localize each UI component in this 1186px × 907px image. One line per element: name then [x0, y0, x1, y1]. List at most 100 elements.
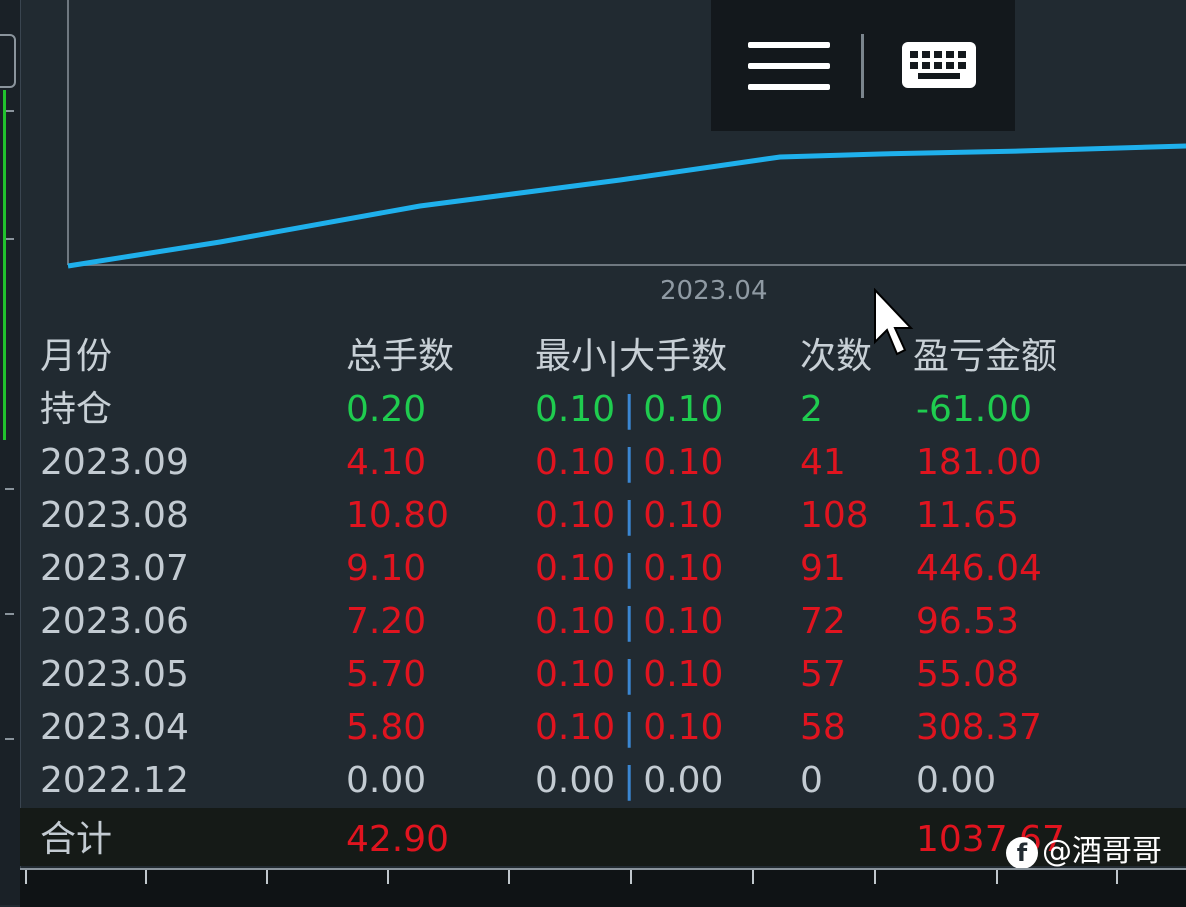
row-separator: |: [623, 548, 636, 589]
axis-tick: [5, 488, 14, 490]
row-month: 2023.06: [40, 601, 189, 642]
axis-tick: [5, 110, 14, 112]
axis-tick: [1116, 870, 1118, 884]
row-max-lots: 0.10: [643, 495, 724, 536]
row-total-lots: 0.20: [346, 389, 427, 430]
row-max-lots: 0.00: [643, 760, 724, 801]
axis-tick: [25, 870, 27, 884]
row-separator: |: [623, 601, 636, 642]
row-month: 2023.09: [40, 442, 189, 483]
row-min-max-lots: 0.10 | 0.10: [535, 595, 723, 648]
header-month: 月份: [40, 336, 113, 377]
row-pnl: 181.00: [916, 442, 1042, 483]
axis-tick: [508, 870, 510, 884]
row-pnl: 11.65: [916, 495, 1020, 536]
x-axis-label: 2023.04: [660, 276, 768, 306]
row-count: 72: [800, 601, 846, 642]
row-min-max-lots: 0.10 | 0.10: [535, 436, 723, 489]
total-label: 合计: [40, 819, 113, 860]
row-count: 2: [800, 389, 823, 430]
row-min-lots: 0.10: [535, 548, 616, 589]
table-row: 2023.08 10.80 0.10 | 0.10 108 11.65: [20, 489, 1186, 542]
table-row: 2023.04 5.80 0.10 | 0.10 58 308.37: [20, 701, 1186, 754]
row-separator: |: [623, 495, 636, 536]
row-min-max-lots: 0.00 | 0.00: [535, 754, 723, 807]
axis-tick: [874, 870, 876, 884]
header-total-lots: 总手数: [346, 336, 455, 377]
axis-tick: [5, 238, 14, 240]
table-header-row: 月份 总手数 最小|大手数 次数 盈亏金额: [20, 330, 1186, 383]
row-total-lots: 5.70: [346, 654, 427, 695]
row-max-lots: 0.10: [643, 548, 724, 589]
axis-tick: [996, 870, 998, 884]
row-total-lots: 10.80: [346, 495, 450, 536]
row-count: 57: [800, 654, 846, 695]
row-count: 91: [800, 548, 846, 589]
axis-tick: [752, 870, 754, 884]
row-month: 2023.07: [40, 548, 189, 589]
row-max-lots: 0.10: [643, 707, 724, 748]
row-max-lots: 0.10: [643, 601, 724, 642]
row-min-lots: 0.10: [535, 442, 616, 483]
header-count: 次数: [800, 336, 873, 377]
row-month: 2023.05: [40, 654, 189, 695]
row-month: 持仓: [40, 389, 113, 430]
table-row: 2023.05 5.70 0.10 | 0.10 57 55.08: [20, 648, 1186, 701]
keyboard-icon[interactable]: [900, 40, 978, 90]
row-total-lots: 4.10: [346, 442, 427, 483]
row-pnl: 55.08: [916, 654, 1020, 695]
row-count: 58: [800, 707, 846, 748]
row-month: 2022.12: [40, 760, 189, 801]
table-row: 2023.06 7.20 0.10 | 0.10 72 96.53: [20, 595, 1186, 648]
table-row: 2023.07 9.10 0.10 | 0.10 91 446.04: [20, 542, 1186, 595]
row-separator: |: [623, 654, 636, 695]
total-lots-value: 42.90: [346, 819, 450, 860]
row-pnl: -61.00: [916, 389, 1033, 430]
row-min-max-lots: 0.10 | 0.10: [535, 489, 723, 542]
row-min-lots: 0.10: [535, 389, 616, 430]
row-pnl: 96.53: [916, 601, 1020, 642]
header-min-max-lots: 最小|大手数: [535, 336, 728, 377]
table-row: 2022.12 0.00 0.00 | 0.00 0 0.00: [20, 754, 1186, 807]
row-month: 2023.04: [40, 707, 189, 748]
row-min-lots: 0.10: [535, 495, 616, 536]
row-separator: |: [623, 442, 636, 483]
axis-tick: [5, 613, 14, 615]
row-min-max-lots: 0.10 | 0.10: [535, 648, 723, 701]
axis-tick: [630, 870, 632, 884]
row-min-lots: 0.10: [535, 601, 616, 642]
row-min-lots: 0.10: [535, 654, 616, 695]
axis-tick: [5, 738, 14, 740]
row-pnl: 0.00: [916, 760, 997, 801]
row-pnl: 446.04: [916, 548, 1042, 589]
side-panel-toggle-button[interactable]: [0, 34, 16, 88]
table-row: 持仓 0.20 0.10 | 0.10 2 -61.00: [20, 383, 1186, 436]
row-min-max-lots: 0.10 | 0.10: [535, 701, 723, 754]
toolbar-divider: [861, 34, 864, 98]
watermark-text: @酒哥哥: [1042, 834, 1162, 869]
floating-toolbar: [711, 0, 1015, 131]
header-pnl: 盈亏金额: [913, 336, 1058, 377]
row-count: 41: [800, 442, 846, 483]
hamburger-menu-icon[interactable]: [748, 42, 830, 90]
axis-tick: [266, 870, 268, 884]
row-min-max-lots: 0.10 | 0.10: [535, 542, 723, 595]
table-row: 2023.09 4.10 0.10 | 0.10 41 181.00: [20, 436, 1186, 489]
row-pnl: 308.37: [916, 707, 1042, 748]
row-separator: |: [623, 760, 636, 801]
left-price-axis: [0, 0, 21, 905]
row-count: 108: [800, 495, 869, 536]
row-separator: |: [623, 389, 636, 430]
row-total-lots: 5.80: [346, 707, 427, 748]
price-sparkline: [3, 90, 6, 440]
row-min-lots: 0.00: [535, 760, 616, 801]
row-count: 0: [800, 760, 823, 801]
row-month: 2023.08: [40, 495, 189, 536]
equity-curve-line: [67, 143, 1186, 269]
axis-tick: [387, 870, 389, 884]
row-total-lots: 9.10: [346, 548, 427, 589]
row-max-lots: 0.10: [643, 654, 724, 695]
facebook-logo-icon: f: [1006, 836, 1038, 869]
row-min-lots: 0.10: [535, 707, 616, 748]
axis-tick: [145, 870, 147, 884]
